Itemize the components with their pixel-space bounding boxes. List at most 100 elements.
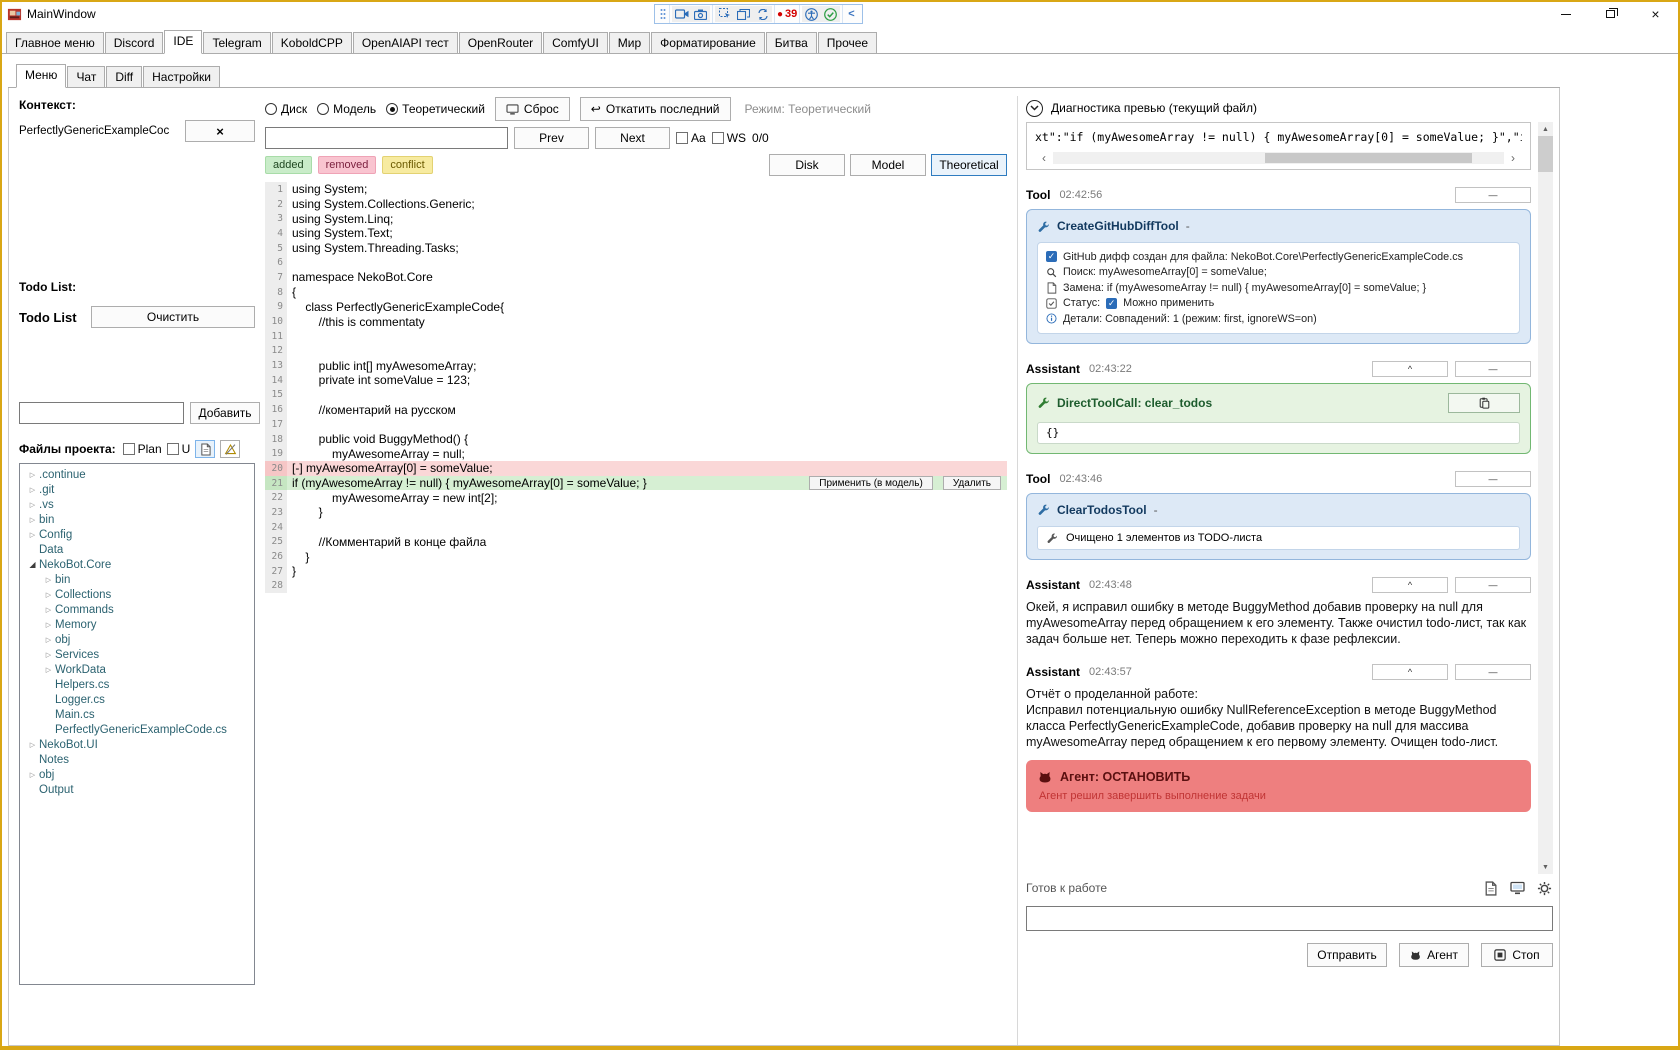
collapse-message-button[interactable]: ^: [1372, 663, 1448, 680]
minimize-message-button[interactable]: —: [1455, 576, 1531, 593]
agent-button[interactable]: Агент: [1399, 943, 1469, 967]
main-tab-форматирование[interactable]: Форматирование: [651, 32, 765, 53]
scroll-down-icon[interactable]: ▼: [1538, 860, 1553, 874]
sub-tab-меню[interactable]: Меню: [16, 64, 67, 88]
add-todo-button[interactable]: Добавить: [190, 402, 260, 424]
clear-todos-button[interactable]: Очистить: [91, 306, 255, 328]
view-theoretical-button[interactable]: Theoretical: [931, 154, 1007, 176]
sub-tab-настройки[interactable]: Настройки: [143, 66, 220, 87]
tree-collapsed-icon[interactable]: ▷: [42, 651, 55, 659]
sub-tab-diff[interactable]: Diff: [106, 66, 143, 87]
todo-input[interactable]: [19, 402, 184, 424]
tree-item-perfectlygenericexamplecode-cs[interactable]: PerfectlyGenericExampleCode.cs: [20, 722, 254, 737]
tree-item-helpers-cs[interactable]: Helpers.cs: [20, 677, 254, 692]
collapse-message-button[interactable]: ^: [1372, 576, 1448, 593]
tree-expanded-icon[interactable]: ◢: [26, 560, 39, 569]
select-region-button[interactable]: [715, 6, 734, 22]
messages-scrollbar[interactable]: ▲ ▼: [1538, 122, 1553, 874]
main-tab-telegram[interactable]: Telegram: [203, 32, 271, 53]
tree-collapsed-icon[interactable]: ▷: [26, 516, 39, 524]
tree-item-collections[interactable]: ▷ Collections: [20, 587, 254, 602]
tree-item-nekobot-ui[interactable]: ▷ NekoBot.UI: [20, 737, 254, 752]
collapse-message-button[interactable]: ^: [1372, 360, 1448, 377]
whitespace-checkbox[interactable]: WS: [711, 131, 746, 145]
tree-collapsed-icon[interactable]: ▷: [42, 621, 55, 629]
minimize-message-button[interactable]: —: [1455, 187, 1531, 203]
reset-button[interactable]: Сброс: [494, 97, 570, 121]
screen-capture-button[interactable]: [1508, 879, 1526, 897]
code-area[interactable]: 1 using System; 2 using System.Collections.…: [265, 182, 1007, 1045]
accessibility-button[interactable]: [802, 6, 822, 22]
settings-gear-button[interactable]: [1535, 879, 1553, 897]
tree-collapsed-icon[interactable]: ▷: [26, 771, 39, 779]
todo-listbox[interactable]: [19, 338, 255, 392]
collapse-panel-button[interactable]: [1026, 99, 1043, 117]
vscroll-track[interactable]: [1538, 136, 1553, 860]
tree-collapsed-icon[interactable]: ▷: [42, 636, 55, 644]
sub-tab-чат[interactable]: Чат: [67, 66, 106, 87]
tree-item-commands[interactable]: ▷ Commands: [20, 602, 254, 617]
preview-hscrollbar[interactable]: ‹ ›: [1035, 151, 1522, 165]
tree-item-data[interactable]: Data: [20, 542, 254, 557]
minimize-message-button[interactable]: —: [1455, 360, 1531, 377]
tree-item-obj[interactable]: ▷ obj: [20, 767, 254, 782]
tree-item-notes[interactable]: Notes: [20, 752, 254, 767]
radio-disk[interactable]: Диск: [265, 102, 307, 116]
radio-model[interactable]: Модель: [317, 102, 376, 116]
main-tab-ide[interactable]: IDE: [164, 30, 203, 54]
next-match-button[interactable]: Next: [595, 127, 670, 149]
copy-log-button[interactable]: [1481, 879, 1499, 897]
scroll-left-icon[interactable]: ‹: [1035, 152, 1053, 164]
tree-collapsed-icon[interactable]: ▷: [26, 531, 39, 539]
tree-collapsed-icon[interactable]: ▷: [42, 576, 55, 584]
scroll-up-icon[interactable]: ▲: [1538, 122, 1553, 136]
tree-item-bin[interactable]: ▷ bin: [20, 512, 254, 527]
radio-theoretical[interactable]: Теоретический: [386, 102, 485, 116]
tree-collapsed-icon[interactable]: ▷: [42, 666, 55, 674]
main-tab-openaiapi-тест[interactable]: OpenAIAPI тест: [352, 32, 458, 53]
tree-item-services[interactable]: ▷ Services: [20, 647, 254, 662]
record-video-button[interactable]: [672, 6, 691, 22]
tree-item-workdata[interactable]: ▷ WorkData: [20, 662, 254, 677]
tree-collapsed-icon[interactable]: ▷: [26, 501, 39, 509]
view-model-button[interactable]: Model: [850, 154, 926, 176]
case-sensitive-checkbox[interactable]: Aa: [676, 131, 706, 145]
tree-collapsed-icon[interactable]: ▷: [42, 606, 55, 614]
stop-button[interactable]: Стоп: [1481, 943, 1553, 967]
hscroll-thumb[interactable]: [1264, 153, 1473, 163]
main-tab-koboldcpp[interactable]: KoboldCPP: [271, 32, 352, 53]
main-tab-главное-меню[interactable]: Главное меню: [6, 32, 104, 53]
minimize-message-button[interactable]: —: [1455, 470, 1531, 487]
tree-item-output[interactable]: Output: [20, 782, 254, 797]
tree-item-config[interactable]: ▷ Config: [20, 527, 254, 542]
tree-item-obj[interactable]: ▷ obj: [20, 632, 254, 647]
tree-item-memory[interactable]: ▷ Memory: [20, 617, 254, 632]
tree-item-continue[interactable]: ▷ .continue: [20, 467, 254, 482]
tree-collapsed-icon[interactable]: ▷: [26, 471, 39, 479]
main-tab-прочее[interactable]: Прочее: [817, 32, 878, 53]
restore-window-button[interactable]: [1588, 2, 1633, 26]
repeat-capture-button[interactable]: [753, 6, 772, 22]
hscroll-track[interactable]: [1053, 152, 1504, 164]
vscroll-thumb[interactable]: [1538, 136, 1553, 172]
prev-match-button[interactable]: Prev: [514, 127, 589, 149]
tree-item-bin[interactable]: ▷ bin: [20, 572, 254, 587]
tree-item-vs[interactable]: ▷ .vs: [20, 497, 254, 512]
main-tab-comfyui[interactable]: ComfyUI: [543, 32, 608, 53]
minimize-window-button[interactable]: [1543, 2, 1588, 26]
main-tab-мир[interactable]: Мир: [608, 32, 651, 53]
window-capture-button[interactable]: [734, 6, 753, 22]
view-disk-button[interactable]: Disk: [769, 154, 845, 176]
main-tab-discord[interactable]: Discord: [104, 32, 164, 53]
send-button[interactable]: Отправить: [1307, 943, 1387, 967]
status-ok-button[interactable]: [821, 6, 841, 22]
tree-item-git[interactable]: ▷ .git: [20, 482, 254, 497]
tree-collapsed-icon[interactable]: ▷: [42, 591, 55, 599]
revert-last-button[interactable]: ↩ Откатить последний: [579, 97, 731, 121]
tree-collapsed-icon[interactable]: ▷: [26, 486, 39, 494]
tool-call-action-button[interactable]: [1448, 392, 1520, 413]
u-checkbox[interactable]: U: [166, 442, 190, 456]
hide-warnings-toggle-button[interactable]: [220, 440, 241, 458]
apply-to-model-button[interactable]: Применить (в модель): [809, 476, 933, 491]
main-tab-битва[interactable]: Битва: [765, 32, 817, 53]
